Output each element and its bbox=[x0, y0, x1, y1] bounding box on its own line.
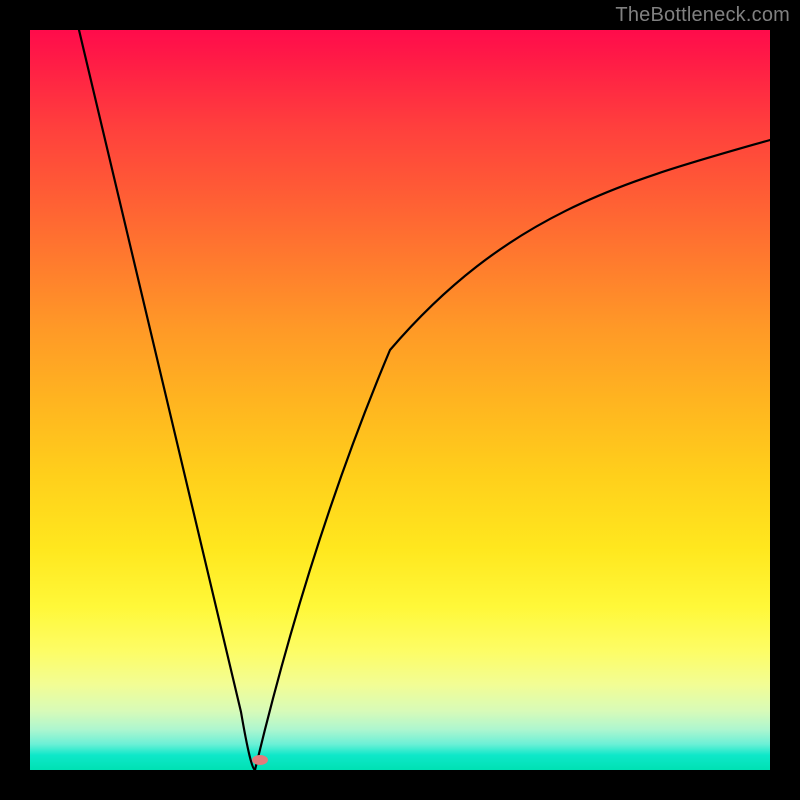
optimal-point-marker bbox=[252, 755, 268, 765]
watermark-text: TheBottleneck.com bbox=[615, 4, 790, 27]
plot-area bbox=[30, 30, 770, 770]
chart-frame: TheBottleneck.com bbox=[0, 0, 800, 800]
bottleneck-curve bbox=[30, 30, 770, 770]
